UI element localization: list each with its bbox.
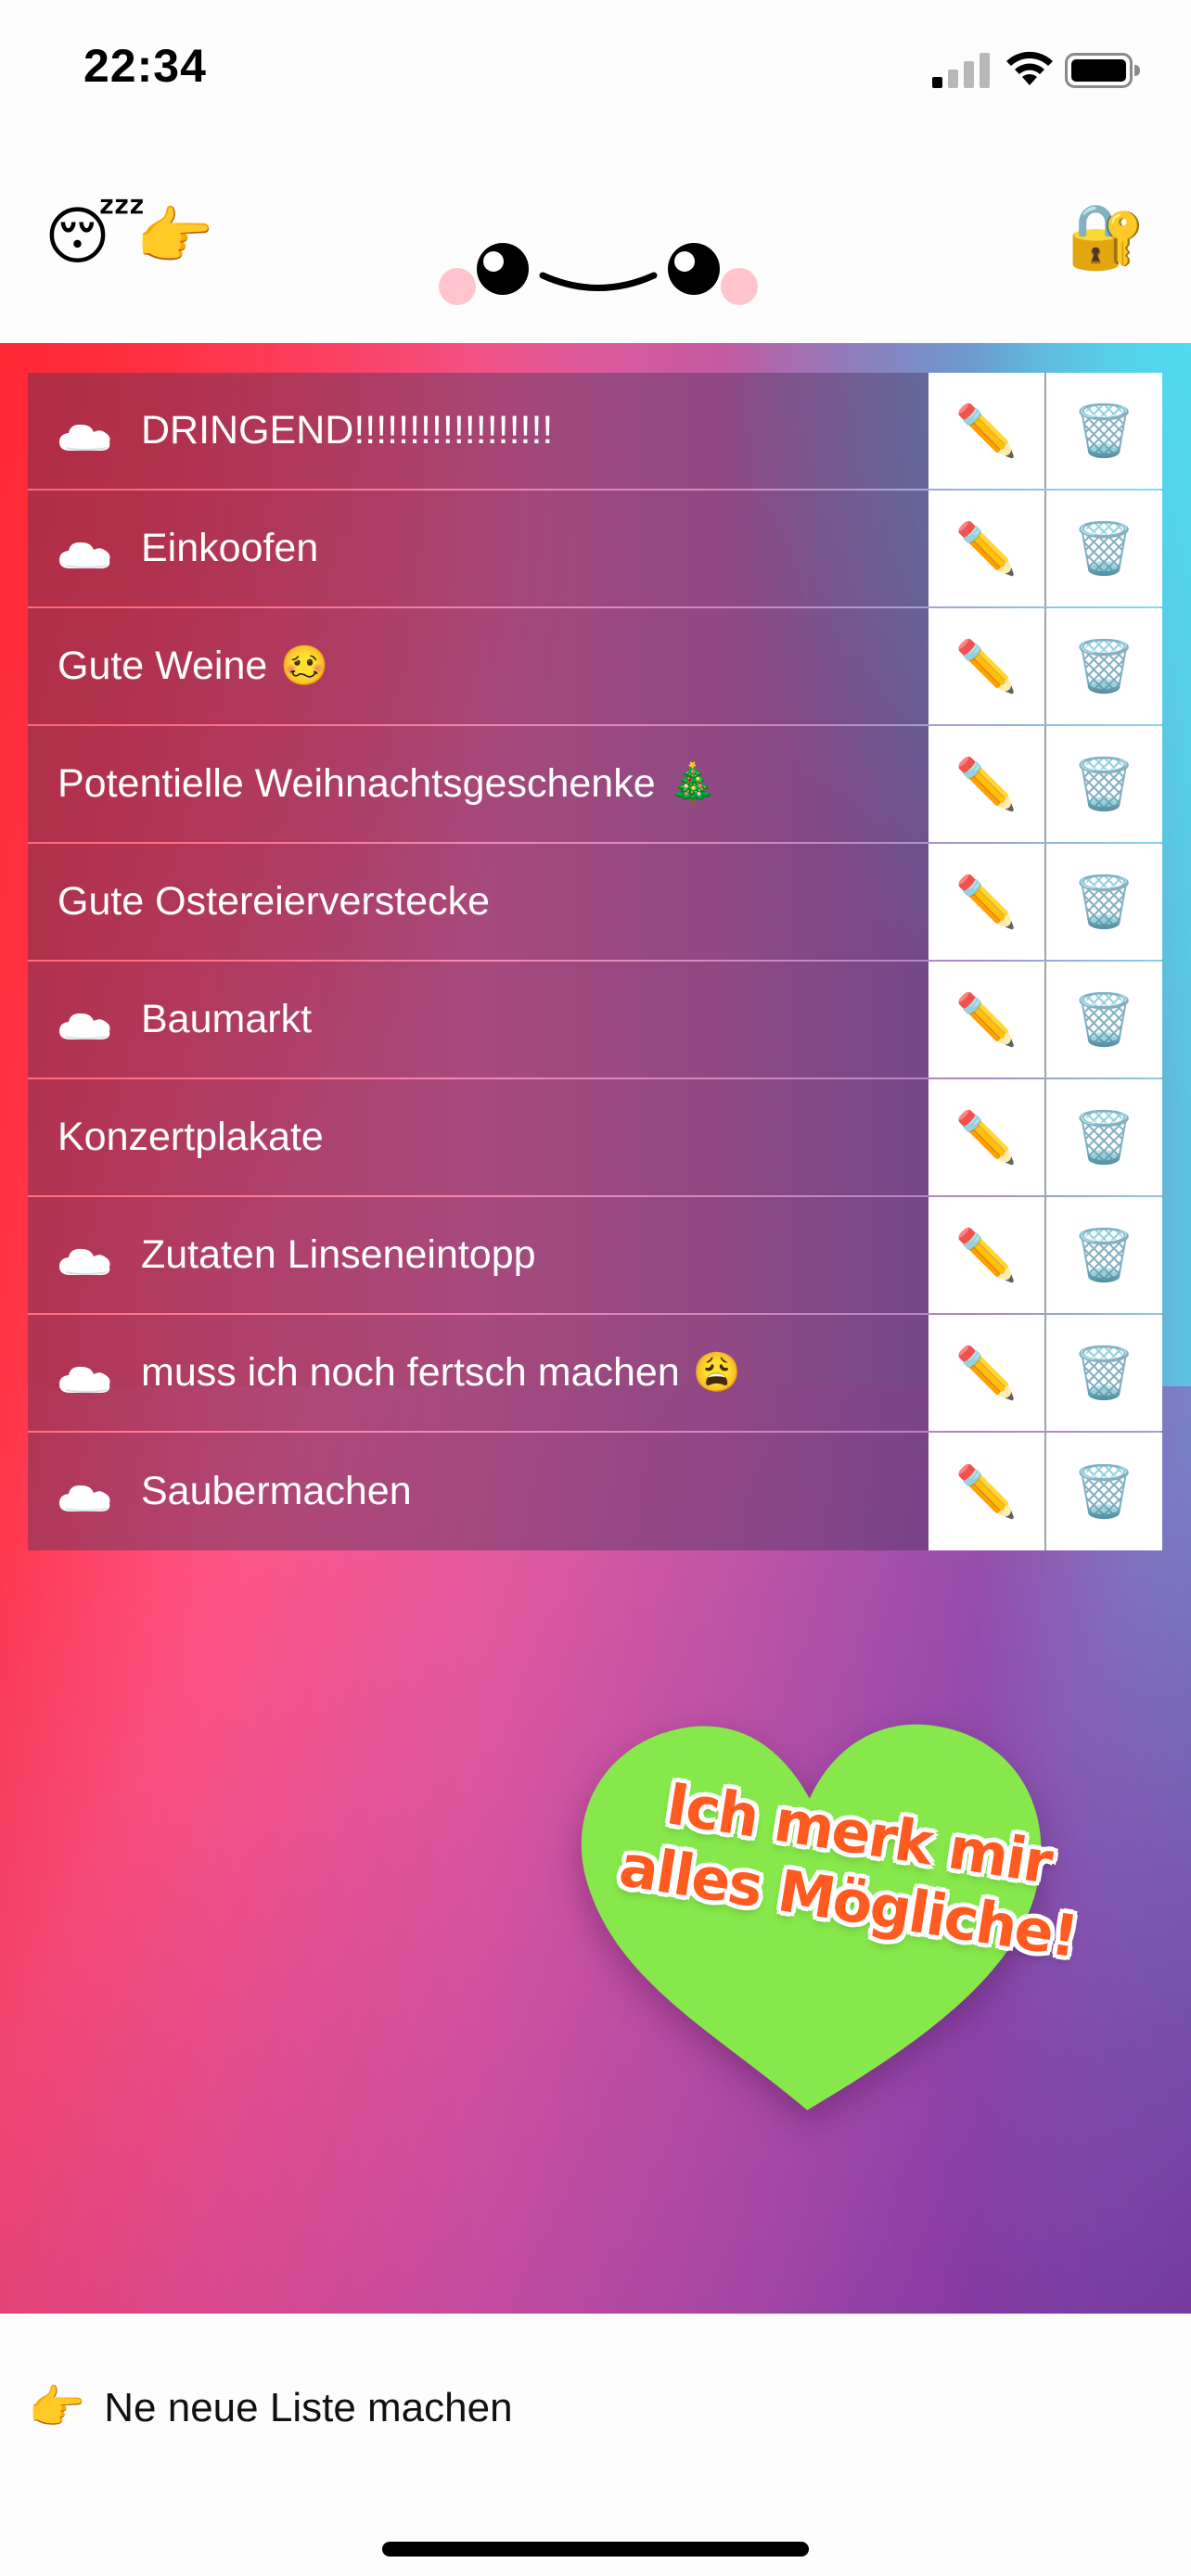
edit-pencil-icon[interactable]: ✏️ — [928, 1315, 1046, 1431]
trash-can-icon[interactable]: 🗑️ — [1046, 1079, 1162, 1195]
cloud-icon — [58, 1477, 113, 1511]
pointing-hand-icon[interactable]: 👉 — [135, 206, 214, 269]
cloud-icon — [58, 1241, 113, 1275]
new-list-label: Ne neue Liste machen — [104, 2384, 513, 2430]
list-row: Zutaten Linseneintopp ✏️ 🗑️ — [28, 1197, 1162, 1315]
wifi-icon — [1006, 51, 1053, 85]
footer: 👉 Ne neue Liste machen — [0, 2314, 1191, 2576]
list-row: muss ich noch fertsch machen 😩 ✏️ 🗑️ — [28, 1315, 1162, 1433]
list-item-emoji: 🎄 — [668, 761, 717, 805]
list-row: Gute Ostereierverstecke ✏️ 🗑️ — [28, 844, 1162, 962]
list-row: Saubermachen ✏️ 🗑️ — [28, 1433, 1162, 1550]
list-item-label: Gute Weine — [58, 644, 268, 688]
list-row: Baumarkt ✏️ 🗑️ — [28, 962, 1162, 1079]
list-row: DRINGEND!!!!!!!!!!!!!!!!!! ✏️ 🗑️ — [28, 373, 1162, 491]
battery-icon — [1065, 53, 1140, 88]
list-item-label: Konzertplakate — [58, 1115, 324, 1159]
list-item-label: Zutaten Linseneintopp — [141, 1232, 536, 1277]
list-row: Gute Weine 🥴 ✏️ 🗑️ — [28, 608, 1162, 726]
list-item-label: muss ich noch fertsch machen — [141, 1350, 680, 1395]
list-row: Einkoofen ✏️ 🗑️ — [28, 491, 1162, 608]
kawaii-face-logo — [439, 243, 758, 305]
pointing-hand-icon: 👉 — [28, 2381, 86, 2433]
status-time: 22:34 — [83, 40, 207, 92]
cloud-icon — [58, 1005, 113, 1039]
list-item-emoji: 🥴 — [280, 644, 329, 687]
trash-can-icon[interactable]: 🗑️ — [1046, 1433, 1162, 1550]
list-item[interactable]: Saubermachen — [28, 1433, 928, 1550]
new-list-button[interactable]: 👉 Ne neue Liste machen — [28, 2380, 513, 2435]
list-row: Konzertplakate ✏️ 🗑️ — [28, 1079, 1162, 1197]
list-item[interactable]: Konzertplakate — [28, 1079, 928, 1195]
list-item[interactable]: Zutaten Linseneintopp — [28, 1197, 928, 1313]
list-item[interactable]: Gute Weine 🥴 — [28, 608, 928, 724]
edit-pencil-icon[interactable]: ✏️ — [928, 1433, 1046, 1550]
cloud-icon — [58, 416, 113, 451]
trash-can-icon[interactable]: 🗑️ — [1046, 844, 1162, 960]
home-indicator[interactable] — [382, 2542, 809, 2557]
edit-pencil-icon[interactable]: ✏️ — [928, 608, 1046, 724]
cloud-icon — [58, 1358, 113, 1393]
lists-area: DRINGEND!!!!!!!!!!!!!!!!!! ✏️ 🗑️ Einkoofen ✏… — [0, 343, 1191, 2314]
edit-pencil-icon[interactable]: ✏️ — [928, 844, 1046, 960]
edit-pencil-icon[interactable]: ✏️ — [928, 1197, 1046, 1313]
cloud-icon — [58, 534, 113, 568]
sticker-heart: Ich merk mir alles Mögliche! — [575, 1688, 1104, 2170]
list-item-label: Baumarkt — [141, 997, 313, 1041]
list-item-emoji: 😩 — [692, 1350, 742, 1394]
trash-can-icon[interactable]: 🗑️ — [1046, 491, 1162, 606]
edit-pencil-icon[interactable]: ✏️ — [928, 1079, 1046, 1195]
list-item-label: DRINGEND!!!!!!!!!!!!!!!!!! — [141, 408, 554, 453]
edit-pencil-icon[interactable]: ✏️ — [928, 491, 1046, 606]
list-item[interactable]: Potentielle Weihnachtsgeschenke 🎄 — [28, 726, 928, 842]
edit-pencil-icon[interactable]: ✏️ — [928, 962, 1046, 1078]
list-item-label: Einkoofen — [141, 526, 319, 570]
status-bar: 22:34 — [0, 0, 1191, 139]
list-item[interactable]: Baumarkt — [28, 962, 928, 1078]
edit-pencil-icon[interactable]: ✏️ — [928, 373, 1046, 489]
trash-can-icon[interactable]: 🗑️ — [1046, 1315, 1162, 1431]
trash-can-icon[interactable]: 🗑️ — [1046, 1197, 1162, 1313]
trash-can-icon[interactable]: 🗑️ — [1046, 962, 1162, 1078]
trash-can-icon[interactable]: 🗑️ — [1046, 373, 1162, 489]
list-item-label: Saubermachen — [141, 1469, 412, 1513]
trash-can-icon[interactable]: 🗑️ — [1046, 608, 1162, 724]
lock-with-key-icon[interactable]: 🔐 — [1067, 206, 1146, 269]
lists-list: DRINGEND!!!!!!!!!!!!!!!!!! ✏️ 🗑️ Einkoofen ✏… — [28, 373, 1162, 1550]
sleeping-face-icon[interactable]: 😴 — [45, 206, 146, 269]
list-item[interactable]: Einkoofen — [28, 491, 928, 606]
list-item[interactable]: Gute Ostereierverstecke — [28, 844, 928, 960]
list-item-label: Potentielle Weihnachtsgeschenke — [58, 761, 656, 806]
trash-can-icon[interactable]: 🗑️ — [1046, 726, 1162, 842]
list-item-label: Gute Ostereierverstecke — [58, 879, 491, 924]
list-item[interactable]: muss ich noch fertsch machen 😩 — [28, 1315, 928, 1431]
cellular-signal-icon — [932, 53, 990, 88]
list-item[interactable]: DRINGEND!!!!!!!!!!!!!!!!!! — [28, 373, 928, 489]
list-row: Potentielle Weihnachtsgeschenke 🎄 ✏️ 🗑️ — [28, 726, 1162, 844]
app-header: 😴 👉 🔐 — [0, 139, 1191, 343]
edit-pencil-icon[interactable]: ✏️ — [928, 726, 1046, 842]
